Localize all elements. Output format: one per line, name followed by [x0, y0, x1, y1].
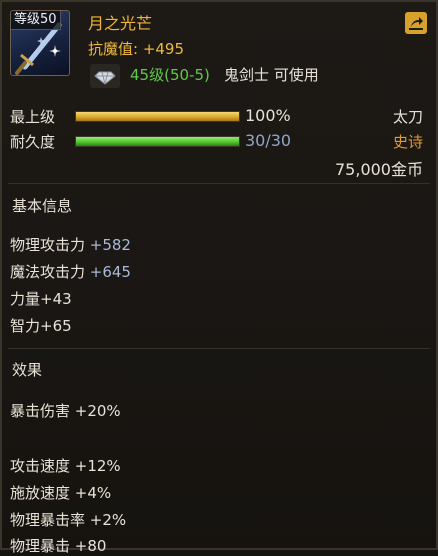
share-icon — [409, 17, 423, 30]
stat-label: 智力 — [10, 317, 41, 335]
stat-row: 物理暴击 +80 — [10, 535, 106, 556]
stat-label: 魔法攻击力 — [10, 263, 90, 281]
stat-label: 物理暴击率 — [10, 511, 90, 529]
stat-value: +582 — [89, 236, 131, 254]
stat-value: +4% — [74, 484, 112, 502]
stat-row: 攻击速度 +12% — [10, 455, 121, 476]
stat-value: +2% — [89, 511, 127, 529]
section-title-basic: 基本信息 — [12, 197, 73, 215]
price: 75,000金币 — [335, 160, 423, 179]
resist-value: 抗魔值: +495 — [88, 40, 185, 58]
stat-label: 攻击速度 — [10, 457, 75, 475]
stat-value: +645 — [89, 263, 131, 281]
section-title-effects: 效果 — [12, 361, 43, 379]
stat-label: 力量 — [10, 290, 41, 308]
stat-label: 施放速度 — [10, 484, 75, 502]
max-level-bar-fill — [76, 112, 239, 121]
link-button[interactable] — [405, 12, 427, 34]
stat-value: +12% — [74, 457, 121, 475]
stat-value: +20% — [74, 402, 121, 420]
rarity: 史诗 — [392, 133, 423, 151]
stat-row: 智力+65 — [10, 315, 72, 336]
level-badge: 等级50 — [11, 11, 61, 30]
stat-value: +80 — [74, 537, 107, 555]
durability-bar — [75, 136, 240, 147]
stat-row: 物理暴击率 +2% — [10, 509, 126, 530]
stat-row: 力量+43 — [10, 288, 72, 309]
stat-value: +43 — [40, 290, 72, 308]
stat-label: 物理暴击 — [10, 537, 75, 555]
durability-bar-fill — [76, 137, 239, 146]
stat-label: 物理攻击力 — [10, 236, 90, 254]
stat-label: 暴击伤害 — [10, 402, 75, 420]
weapon-type: 太刀 — [392, 108, 423, 126]
stat-row: 施放速度 +4% — [10, 482, 111, 503]
stat-row: 物理攻击力 +582 — [10, 234, 131, 255]
max-level-value: 100% — [245, 106, 291, 125]
item-icon: 等级50 — [10, 10, 70, 76]
stat-row: 魔法攻击力 +645 — [10, 261, 131, 282]
required-level: 45级(50-5) — [130, 66, 210, 84]
diamond-icon — [90, 64, 120, 88]
max-level-label: 最上级 — [10, 108, 56, 126]
durability-label: 耐久度 — [10, 133, 56, 151]
stat-value: +65 — [40, 317, 72, 335]
divider — [8, 348, 430, 349]
stat-row: 暴击伤害 +20% — [10, 400, 121, 421]
durability-value: 30/30 — [245, 131, 292, 150]
divider — [8, 183, 430, 184]
item-tooltip: 等级50 月之光芒 抗魔值: +495 45级(50-5) 鬼剑士 可使用 最上… — [0, 0, 438, 555]
max-level-bar — [75, 111, 240, 122]
required-class: 鬼剑士 可使用 — [224, 66, 319, 84]
item-name: 月之光芒 — [88, 14, 153, 33]
